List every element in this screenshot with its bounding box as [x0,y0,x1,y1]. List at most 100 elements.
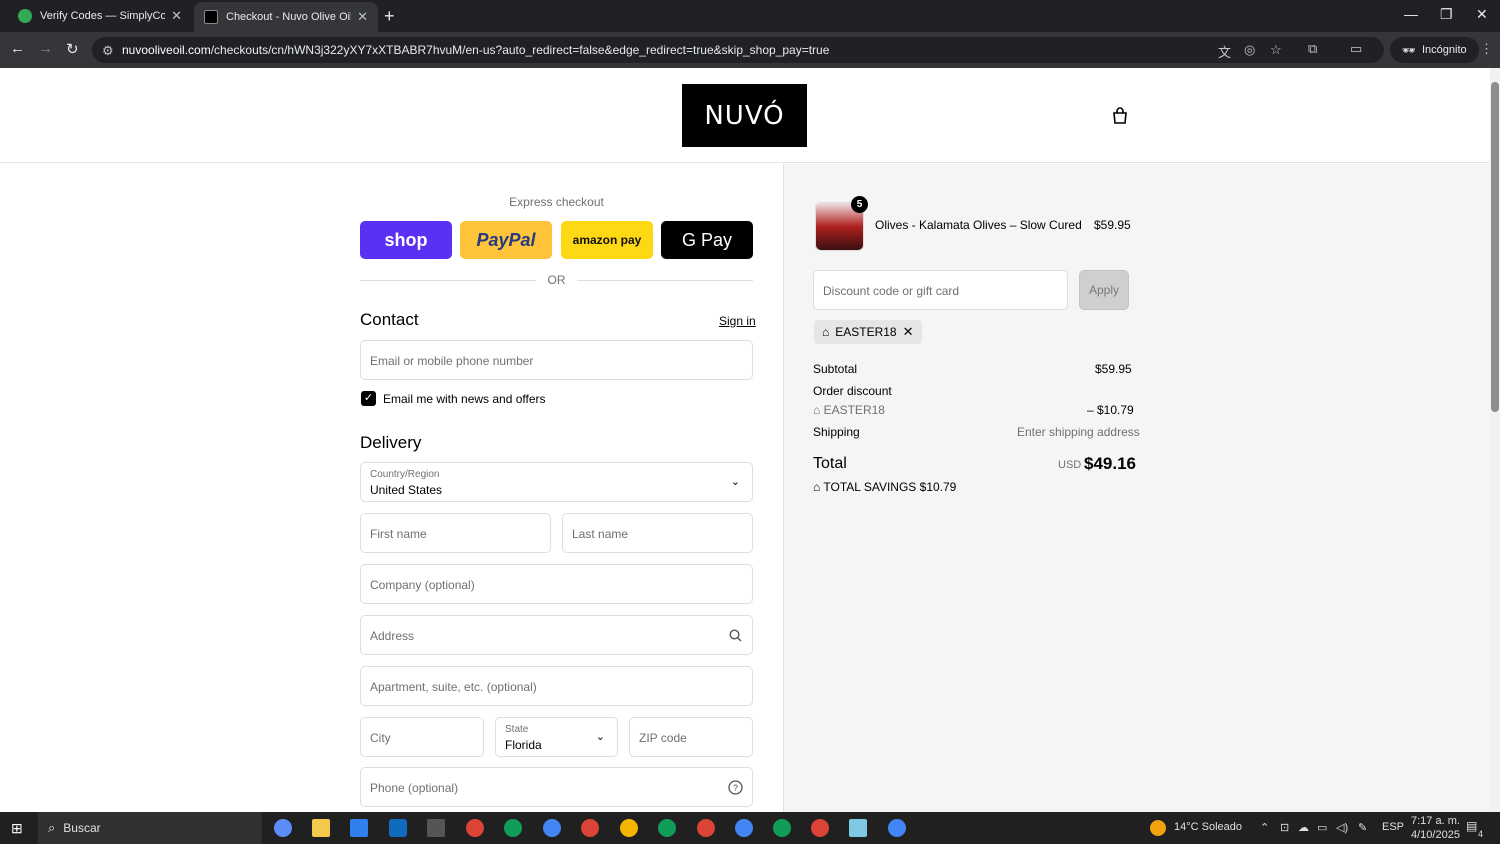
tab-title: Checkout - Nuvo Olive Oil [226,11,352,23]
clock-date[interactable]: 4/10/2025 [1411,829,1460,841]
onedrive-icon[interactable]: ☁ [1298,821,1309,834]
total-value: $49.16 [1084,454,1136,473]
help-icon[interactable]: ? [728,780,743,795]
store-icon[interactable] [350,819,368,837]
sign-in-link[interactable]: Sign in [719,314,756,328]
extensions-icon[interactable]: ⧉ [1308,41,1317,57]
tray-chevron-icon[interactable]: ⌃ [1260,821,1269,834]
browser-toolbar: ← → ↻ ⚙ nuvooliveoil.com/checkouts/cn/hW… [0,32,1500,68]
back-icon[interactable]: ← [10,40,25,57]
tab-search-icon[interactable]: ▭ [1350,41,1362,57]
last-name-placeholder: Last name [572,527,629,541]
close-tab-icon[interactable]: ✕ [171,8,182,24]
reload-icon[interactable]: ↻ [66,40,79,58]
applied-discount-chip: ⌂ EASTER18 ✕ [814,320,922,344]
chrome-icon[interactable] [888,819,906,837]
display-icon[interactable]: ▭ [1317,821,1327,834]
copilot-icon[interactable] [274,819,292,837]
translate-icon[interactable]: 文 [1218,42,1231,61]
taskbar-search[interactable]: ⌕ Buscar [38,812,262,844]
chrome-icon[interactable] [658,819,676,837]
tab-checkout[interactable]: Checkout - Nuvo Olive Oil ✕ [194,2,378,32]
chrome-icon[interactable] [811,819,829,837]
notes-icon[interactable] [849,819,867,837]
last-name-field[interactable]: Last name [562,513,753,553]
menu-icon[interactable]: ⋮ [1480,41,1493,57]
chrome-icon[interactable] [697,819,715,837]
page-scrollbar[interactable] [1490,68,1500,812]
company-field[interactable]: Company (optional) [360,564,753,604]
newsletter-checkbox[interactable]: ✓ [361,391,376,406]
site-info-icon[interactable]: ⚙ [102,43,114,59]
chrome-icon[interactable] [735,819,753,837]
notification-icon[interactable]: ▤ [1466,819,1477,833]
tag-icon: ⌂ [822,325,830,339]
pen-icon[interactable]: ✎ [1358,821,1367,834]
weather-sun-icon [1150,820,1166,836]
phone-placeholder: Phone (optional) [370,781,459,795]
network-icon[interactable]: ⊡ [1280,821,1289,834]
bookmark-star-icon[interactable]: ☆ [1270,42,1282,58]
file-explorer-icon[interactable] [312,819,330,837]
apply-button[interactable]: Apply [1079,270,1129,310]
new-tab-icon[interactable]: + [384,6,395,27]
notification-count: 4 [1478,829,1484,839]
chrome-icon[interactable] [504,819,522,837]
checkout-page: NUVÓ Express checkout shop PayPal amazon… [0,68,1490,812]
forward-icon[interactable]: → [38,40,53,57]
shopping-bag-icon[interactable] [1110,106,1130,126]
amazon-pay-button[interactable]: amazon pay [561,221,653,259]
google-pay-button[interactable]: G Pay [661,221,753,259]
tracking-protection-icon[interactable]: ◎ [1244,42,1255,58]
total-savings-line: ⌂ TOTAL SAVINGS $10.79 [813,480,956,494]
restore-icon[interactable]: ❐ [1440,6,1453,23]
contact-heading: Contact [360,310,419,329]
weather-text[interactable]: 14°C Soleado [1174,821,1242,833]
search-icon: ⌕ [48,820,56,835]
address-field[interactable]: Address [360,615,753,655]
currency-label: USD [1058,459,1082,471]
express-checkout-title: Express checkout [509,195,604,209]
chrome-icon[interactable] [773,819,791,837]
chrome-icon[interactable] [620,819,638,837]
clock-time[interactable]: 7:17 a. m. [1411,815,1460,827]
country-select[interactable]: Country/Region United States ⌄ [360,462,753,502]
email-field[interactable]: Email or mobile phone number [360,340,753,380]
zip-field[interactable]: ZIP code [629,717,753,757]
country-label: Country/Region [370,469,440,480]
volume-icon[interactable]: ◁) [1336,821,1348,834]
scrollbar-thumb[interactable] [1491,82,1499,412]
windows-start-icon[interactable]: ⊞ [11,820,23,837]
city-field[interactable]: City [360,717,484,757]
chevron-down-icon: ⌄ [730,476,740,488]
logo-text: NUVÓ [704,100,785,131]
nuvo-favicon-icon [204,10,218,24]
state-select[interactable]: State Florida ⌄ [495,717,618,757]
minimize-icon[interactable]: — [1404,6,1418,22]
remove-discount-icon[interactable]: ✕ [903,324,914,340]
subtotal-value: $59.95 [1095,362,1132,376]
outlook-icon[interactable] [389,819,407,837]
discount-code-field[interactable]: Discount code or gift card [813,270,1068,310]
nuvo-logo[interactable]: NUVÓ [682,84,807,147]
chrome-icon[interactable] [581,819,599,837]
apartment-field[interactable]: Apartment, suite, etc. (optional) [360,666,753,706]
close-window-icon[interactable]: ✕ [1476,6,1488,23]
close-tab-icon[interactable]: ✕ [357,9,368,25]
simplycodes-favicon-icon [18,9,32,23]
newsletter-label: Email me with news and offers [383,392,546,406]
first-name-field[interactable]: First name [360,513,551,553]
or-divider: OR [360,273,753,287]
incognito-badge[interactable]: 🕶 Incógnito [1390,37,1479,63]
language-indicator[interactable]: ESP [1382,821,1404,833]
chrome-icon[interactable] [466,819,484,837]
address-bar[interactable]: ⚙ nuvooliveoil.com/checkouts/cn/hWN3j322… [92,37,1384,63]
phone-field[interactable]: Phone (optional) ? [360,767,753,807]
store-header: NUVÓ [0,68,1490,163]
paypal-button[interactable]: PayPal [460,221,552,259]
chrome-icon[interactable] [543,819,561,837]
tab-verify-codes[interactable]: Verify Codes — SimplyCodes ✕ [8,0,192,32]
shop-pay-button[interactable]: shop [360,221,452,259]
email-placeholder: Email or mobile phone number [370,354,534,368]
calculator-icon[interactable] [427,819,445,837]
